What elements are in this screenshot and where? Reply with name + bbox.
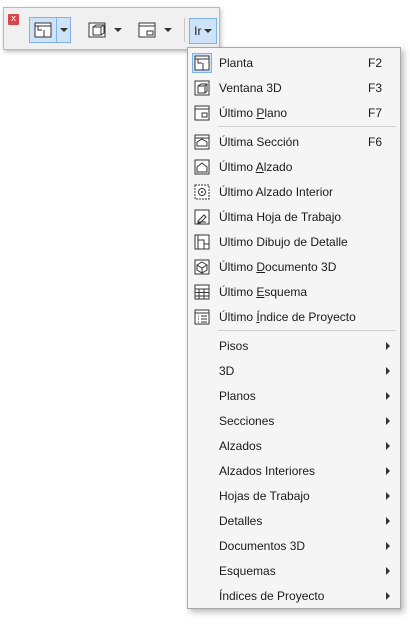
detail-icon xyxy=(193,233,211,251)
menu-item-label: Último Índice de Proyecto xyxy=(219,310,356,324)
menu-item-label: Último Documento 3D xyxy=(219,260,337,274)
schedule-icon xyxy=(193,283,211,301)
toolbar-separator xyxy=(184,18,185,42)
worksheet-icon xyxy=(193,208,211,226)
floor-plan-icon xyxy=(192,53,212,73)
ir-menu: Planta F2 Ventana 3D F3 Último Plano F7 … xyxy=(187,47,401,609)
menu-item-planta[interactable]: Planta F2 xyxy=(190,51,398,75)
chevron-down-icon xyxy=(59,28,68,32)
menu-item-label: Documentos 3D xyxy=(219,539,306,553)
submenu-pisos[interactable]: Pisos xyxy=(190,334,398,358)
floor-plan-icon[interactable] xyxy=(29,17,57,43)
menu-item-label: Última Sección xyxy=(219,135,300,149)
3d-window-dropdown[interactable] xyxy=(111,17,125,43)
submenu-hojas-de-trabajo[interactable]: Hojas de Trabajo xyxy=(190,484,398,508)
menu-item-label: Hojas de Trabajo xyxy=(219,489,310,503)
ir-button[interactable]: Ir xyxy=(189,18,217,44)
menu-item-label: Último Alzado xyxy=(219,160,293,174)
submenu-alzados[interactable]: Alzados xyxy=(190,434,398,458)
3d-window-icon xyxy=(193,79,211,97)
chevron-right-icon xyxy=(386,442,390,450)
layout-icon xyxy=(193,104,211,122)
menu-separator xyxy=(218,330,396,331)
submenu-alzados-interiores[interactable]: Alzados Interiores xyxy=(190,459,398,483)
chevron-right-icon xyxy=(386,417,390,425)
menu-item-ultimo-esquema[interactable]: Último Esquema xyxy=(190,280,398,304)
menu-item-ventana-3d[interactable]: Ventana 3D F3 xyxy=(190,76,398,100)
menu-item-label: Último Plano xyxy=(219,106,288,120)
shortcut-label: F2 xyxy=(367,56,382,70)
submenu-indices-de-proyecto[interactable]: Índices de Proyecto xyxy=(190,584,398,608)
last-layout-icon[interactable] xyxy=(133,17,161,43)
elevation-icon xyxy=(193,158,211,176)
menu-item-label: Secciones xyxy=(219,414,275,428)
menu-item-label: Último Esquema xyxy=(219,285,308,299)
menu-item-ultimo-documento-3d[interactable]: Último Documento 3D xyxy=(190,255,398,279)
menu-item-ultimo-alzado[interactable]: Último Alzado xyxy=(190,155,398,179)
menu-item-label: Último Alzado Interior xyxy=(219,185,334,199)
shortcut-label: F6 xyxy=(367,135,382,149)
3d-window-button[interactable] xyxy=(83,16,125,44)
chevron-down-icon xyxy=(113,28,122,32)
last-layout-button[interactable] xyxy=(133,16,175,44)
project-index-icon xyxy=(193,308,211,326)
navigator-toolbar: x Ir xyxy=(3,7,220,50)
chevron-right-icon xyxy=(386,542,390,550)
chevron-down-icon xyxy=(203,29,212,33)
menu-item-ultimo-plano[interactable]: Último Plano F7 xyxy=(190,101,398,125)
chevron-right-icon xyxy=(386,342,390,350)
floor-plan-button[interactable] xyxy=(29,16,71,44)
chevron-right-icon xyxy=(386,592,390,600)
interior-elevation-icon xyxy=(193,183,211,201)
ir-label: Ir xyxy=(194,24,202,38)
menu-item-label: Pisos xyxy=(219,339,249,353)
chevron-right-icon xyxy=(386,517,390,525)
submenu-documentos-3d[interactable]: Documentos 3D xyxy=(190,534,398,558)
menu-item-label: Detalles xyxy=(219,514,263,528)
close-icon[interactable]: x xyxy=(8,14,19,25)
menu-item-label: Alzados Interiores xyxy=(219,464,316,478)
menu-item-ultimo-alzado-interior[interactable]: Último Alzado Interior xyxy=(190,180,398,204)
submenu-3d[interactable]: 3D xyxy=(190,359,398,383)
chevron-down-icon xyxy=(163,28,172,32)
menu-item-label: 3D xyxy=(219,364,235,378)
submenu-planos[interactable]: Planos xyxy=(190,384,398,408)
menu-separator xyxy=(218,126,396,127)
submenu-esquemas[interactable]: Esquemas xyxy=(190,559,398,583)
chevron-right-icon xyxy=(386,467,390,475)
menu-item-label: Ventana 3D xyxy=(219,81,282,95)
menu-item-label: Índices de Proyecto xyxy=(219,589,325,603)
chevron-right-icon xyxy=(386,367,390,375)
menu-item-ultimo-dibujo-de-detalle[interactable]: Ultimo Dibujo de Detalle xyxy=(190,230,398,254)
last-layout-dropdown[interactable] xyxy=(161,17,175,43)
menu-item-label: Ultimo Dibujo de Detalle xyxy=(219,235,348,249)
menu-item-ultimo-indice-de-proyecto[interactable]: Último Índice de Proyecto xyxy=(190,305,398,329)
menu-item-label: Planos xyxy=(219,389,256,403)
menu-item-label: Alzados xyxy=(219,439,262,453)
menu-item-ultima-seccion[interactable]: Última Sección F6 xyxy=(190,130,398,154)
menu-item-label: Planta xyxy=(219,56,254,70)
submenu-secciones[interactable]: Secciones xyxy=(190,409,398,433)
floor-plan-dropdown[interactable] xyxy=(57,17,71,43)
shortcut-label: F7 xyxy=(367,106,382,120)
chevron-right-icon xyxy=(386,392,390,400)
section-icon xyxy=(193,133,211,151)
submenu-detalles[interactable]: Detalles xyxy=(190,509,398,533)
shortcut-label: F3 xyxy=(367,81,382,95)
menu-item-ultima-hoja-de-trabajo[interactable]: Última Hoja de Trabajo xyxy=(190,205,398,229)
3d-window-icon[interactable] xyxy=(83,17,111,43)
3d-document-icon xyxy=(193,258,211,276)
menu-item-label: Última Hoja de Trabajo xyxy=(219,210,342,224)
menu-item-label: Esquemas xyxy=(219,564,276,578)
chevron-right-icon xyxy=(386,492,390,500)
chevron-right-icon xyxy=(386,567,390,575)
